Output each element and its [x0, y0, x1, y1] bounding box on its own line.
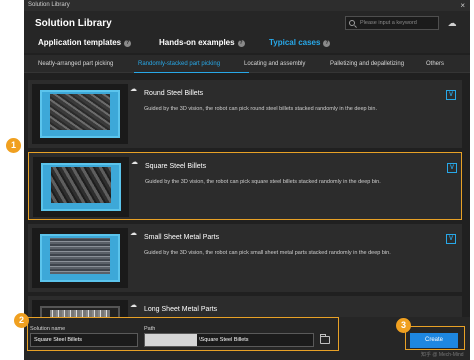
- cloud-icon: ☁: [130, 86, 137, 93]
- card-title: Round Steel Billets: [144, 90, 204, 97]
- tab-application-templates[interactable]: Application templates?: [38, 38, 132, 47]
- help-icon[interactable]: ?: [237, 40, 245, 47]
- tab-hands-on-examples[interactable]: Hands-on examples?: [159, 38, 245, 47]
- help-icon[interactable]: ?: [323, 40, 331, 47]
- tab-typical-cases[interactable]: Typical cases?: [269, 38, 331, 47]
- help-icon[interactable]: ?: [124, 40, 132, 47]
- solution-card-small-sheet-metal-parts[interactable]: ☁ Small Sheet Metal Parts Guided by the …: [28, 224, 462, 292]
- vz-icon: V: [446, 90, 456, 100]
- subtab-neatly-arranged[interactable]: Neatly-arranged part picking: [38, 55, 113, 73]
- cloud-icon: ☁: [130, 230, 137, 237]
- card-description: Guided by the 3D vision, the robot can p…: [144, 106, 377, 112]
- vz-icon: V: [446, 234, 456, 244]
- callout-badge-1: 1: [6, 138, 21, 153]
- active-subtab-indicator: [134, 72, 249, 73]
- callout-badge-3: 3: [396, 318, 411, 333]
- card-title: Long Sheet Metal Parts: [144, 306, 218, 313]
- close-icon[interactable]: ×: [460, 0, 465, 11]
- solution-card-square-steel-billets[interactable]: ☁ Square Steel Billets Guided by the 3D …: [28, 152, 462, 220]
- solution-thumbnail: [32, 300, 128, 317]
- solution-card-round-steel-billets[interactable]: ☁ Round Steel Billets Guided by the 3D v…: [28, 80, 462, 148]
- subtab-randomly-stacked[interactable]: Randomly-stacked part picking: [138, 55, 220, 73]
- search-icon: [349, 20, 355, 26]
- solution-thumbnail: [32, 228, 128, 288]
- card-title: Square Steel Billets: [145, 163, 207, 170]
- search-input[interactable]: Please input a keyword: [345, 16, 439, 30]
- solution-thumbnail: [32, 84, 128, 144]
- subcategory-tabs: Neatly-arranged part picking Randomly-st…: [24, 55, 470, 73]
- window-title: Solution Library: [28, 2, 70, 8]
- card-description: Guided by the 3D vision, the robot can p…: [145, 179, 381, 185]
- window-titlebar: Solution Library ×: [24, 0, 470, 11]
- solution-library-window: Solution Library × Solution Library Plea…: [24, 0, 470, 360]
- watermark: 知乎 @ Mech-Mind: [421, 352, 464, 358]
- cloud-download-icon[interactable]: ☁: [446, 18, 458, 28]
- callout-highlight-footer-fields: [27, 317, 339, 351]
- solution-thumbnail: [33, 157, 129, 217]
- header: Solution Library Please input a keyword …: [24, 11, 470, 53]
- vz-icon: V: [447, 163, 457, 173]
- subtab-others[interactable]: Others: [426, 55, 444, 73]
- card-title: Small Sheet Metal Parts: [144, 234, 220, 241]
- card-description: Guided by the 3D vision, the robot can p…: [144, 250, 391, 256]
- subtab-locating-assembly[interactable]: Locating and assembly: [244, 55, 305, 73]
- callout-highlight-create: [405, 326, 465, 350]
- page-title: Solution Library: [35, 18, 112, 29]
- subtab-palletizing[interactable]: Palletizing and depalletizing: [330, 55, 404, 73]
- cloud-icon: ☁: [130, 302, 137, 309]
- solution-card-long-sheet-metal-parts[interactable]: ☁ Long Sheet Metal Parts: [28, 296, 462, 317]
- callout-badge-2: 2: [14, 313, 29, 328]
- cloud-icon: ☁: [131, 159, 138, 166]
